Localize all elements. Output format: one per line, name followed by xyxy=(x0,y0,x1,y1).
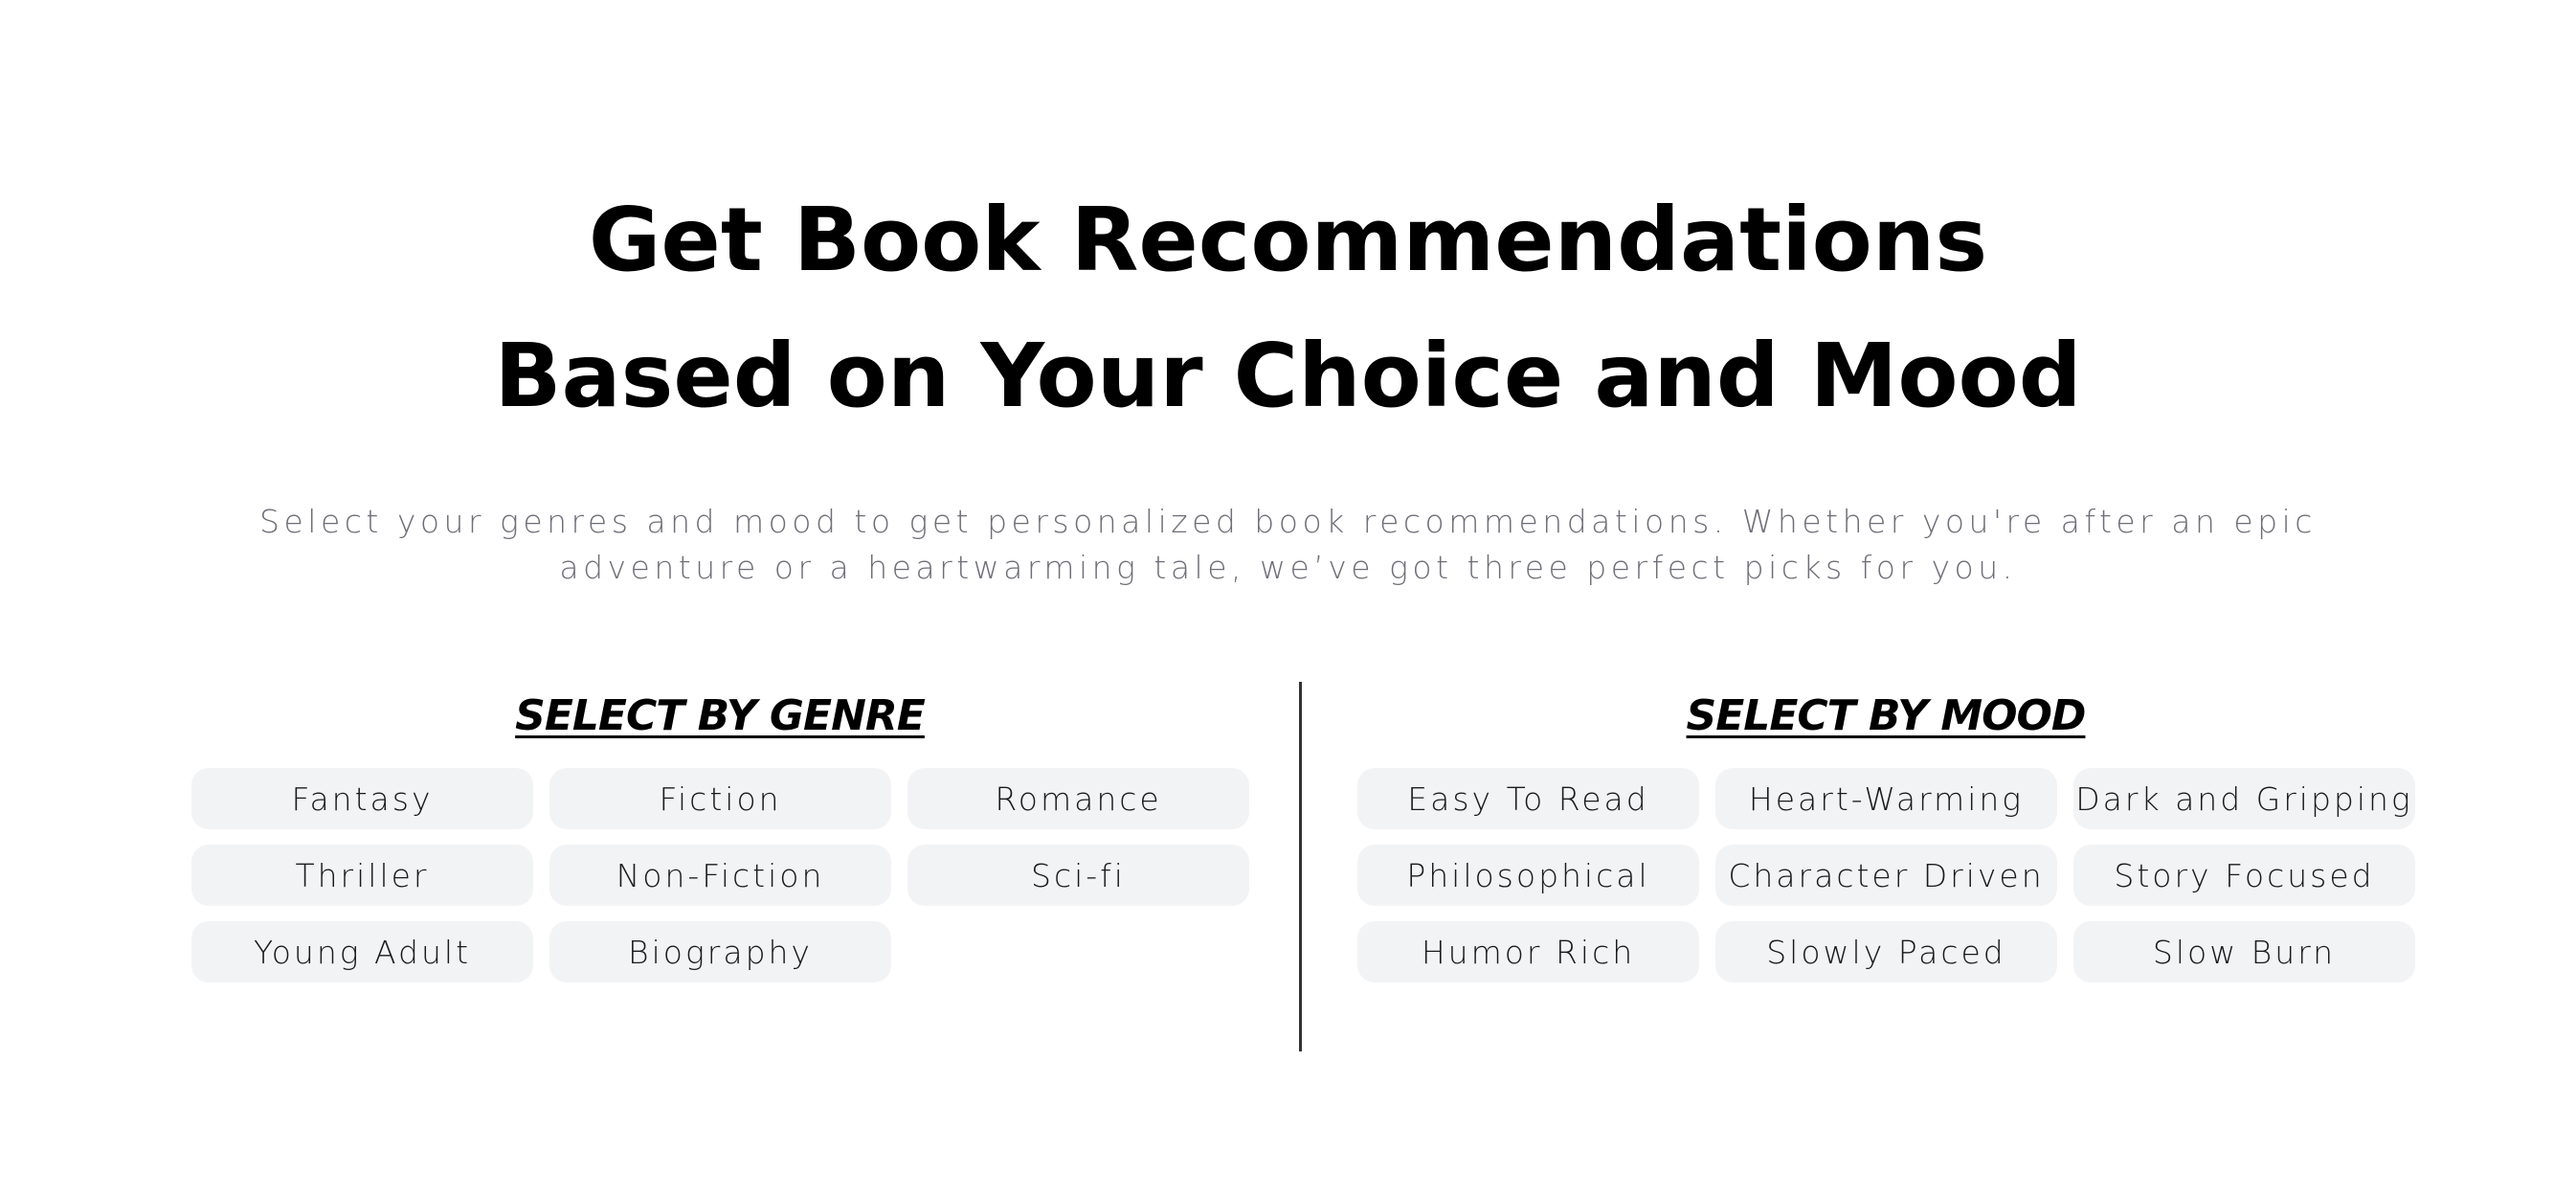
section-divider xyxy=(1299,682,1302,1051)
page-title-line-1: Get Book Recommendations xyxy=(588,189,1988,291)
genre-chip-romance[interactable]: Romance xyxy=(907,768,1249,829)
genre-chip-biography[interactable]: Biography xyxy=(549,921,891,982)
page-title: Get Book Recommendations Based on Your C… xyxy=(0,172,2576,444)
mood-chip-easy-to-read[interactable]: Easy To Read xyxy=(1357,768,1699,829)
genre-chip-non-fiction[interactable]: Non-Fiction xyxy=(549,845,891,906)
hero-header: Get Book Recommendations Based on Your C… xyxy=(0,172,2576,444)
genre-options-grid: Fantasy Fiction Romance Thriller Non-Fic… xyxy=(191,768,1249,982)
genre-chip-fantasy[interactable]: Fantasy xyxy=(191,768,533,829)
mood-chip-slow-burn[interactable]: Slow Burn xyxy=(2073,921,2415,982)
mood-chip-philosophical[interactable]: Philosophical xyxy=(1357,845,1699,906)
mood-chip-humor-rich[interactable]: Humor Rich xyxy=(1357,921,1699,982)
genre-chip-thriller[interactable]: Thriller xyxy=(191,845,533,906)
genre-chip-fiction[interactable]: Fiction xyxy=(549,768,891,829)
mood-chip-character-driven[interactable]: Character Driven xyxy=(1715,845,2057,906)
page-subtitle: Select your genres and mood to get perso… xyxy=(259,503,2317,586)
genre-chip-sci-fi[interactable]: Sci-fi xyxy=(907,845,1249,906)
mood-chip-story-focused[interactable]: Story Focused xyxy=(2073,845,2415,906)
mood-chip-heart-warming[interactable]: Heart-Warming xyxy=(1715,768,2057,829)
mood-chip-dark-and-gripping[interactable]: Dark and Gripping xyxy=(2073,768,2415,829)
mood-section-title: SELECT BY MOOD xyxy=(1686,691,2087,740)
genre-section-title: SELECT BY GENRE xyxy=(515,691,926,740)
page-title-line-2: Based on Your Choice and Mood xyxy=(494,325,2082,427)
mood-chip-slowly-paced[interactable]: Slowly Paced xyxy=(1715,921,2057,982)
genre-chip-young-adult[interactable]: Young Adult xyxy=(191,921,533,982)
mood-options-grid: Easy To Read Heart-Warming Dark and Grip… xyxy=(1357,768,2415,982)
